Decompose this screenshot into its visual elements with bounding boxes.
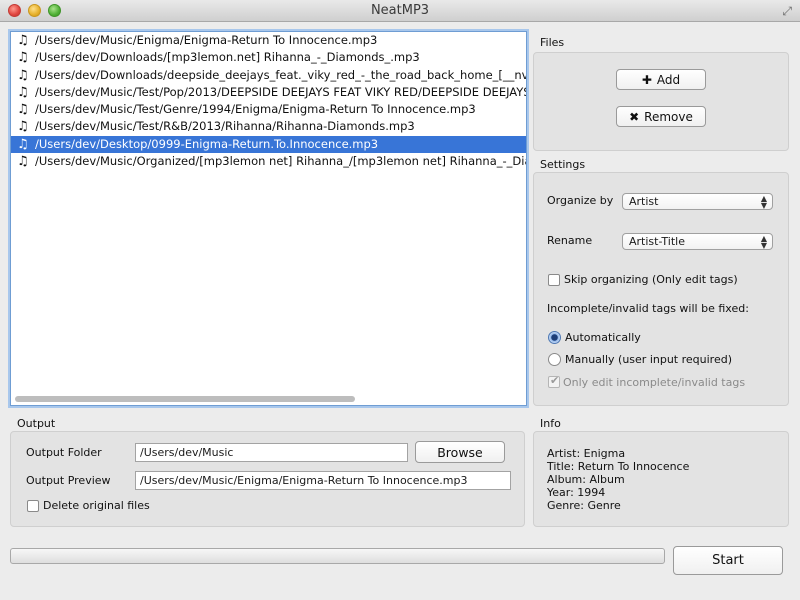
horizontal-scrollbar[interactable] [15, 396, 355, 402]
music-note-icon: ♫ [17, 136, 29, 152]
progress-bar [10, 548, 665, 564]
only-edit-tags-checkbox[interactable]: ✔ [548, 374, 560, 388]
music-note-icon: ♫ [17, 119, 29, 135]
files-section-label: Files [540, 36, 565, 49]
rename-select[interactable]: Artist-Title ▲ ▼ [622, 233, 773, 250]
file-list-item[interactable]: ♫ /Users/dev/Downloads/[mp3lemon.net] Rih… [11, 49, 526, 66]
music-note-icon: ♫ [17, 154, 29, 170]
output-group: Output Folder /Users/dev/Music Browse Ou… [10, 431, 525, 527]
remove-button-label: Remove [644, 109, 693, 124]
music-note-icon: ♫ [17, 50, 29, 66]
file-path: /Users/dev/Music/Test/R&B/2013/Rihanna/R… [35, 119, 415, 134]
info-genre: Genre: Genre [547, 499, 621, 512]
info-artist: Artist: Enigma [547, 447, 626, 460]
output-section-label: Output [17, 417, 56, 430]
files-group: ✚ Add ✖ Remove [533, 52, 789, 151]
title-bar: NeatMP3 ⤢ [0, 0, 800, 22]
file-list-item[interactable]: ♫ /Users/dev/Music/Test/Genre/1994/Enigma… [11, 101, 526, 118]
tags-fix-label: Incomplete/invalid tags will be fixed: [547, 302, 749, 315]
file-path: /Users/dev/Desktop/0999-Enigma-Return.To… [35, 136, 379, 151]
window-title: NeatMP3 [370, 3, 430, 18]
file-list-item[interactable]: ♫ /Users/dev/Music/Test/Pop/2013/DEEPSIDE… [11, 84, 526, 101]
organize-by-select[interactable]: Artist ▲ ▼ [622, 193, 773, 210]
output-preview-field: /Users/dev/Music/Enigma/Enigma-Return To… [135, 471, 511, 490]
file-list-item[interactable]: ♫ /Users/dev/Desktop/0999-Enigma-Return.T… [11, 135, 526, 154]
plus-icon: ✚ [641, 72, 652, 87]
info-year: Year: 1994 [547, 486, 606, 499]
organize-by-label: Organize by [547, 194, 614, 207]
manually-label: Manually (user input required) [565, 353, 732, 366]
start-button-label: Start [712, 553, 744, 568]
automatically-radio[interactable] [548, 331, 561, 344]
browse-button-label: Browse [437, 444, 483, 460]
delete-original-label: Delete original files [43, 499, 150, 512]
file-path: /Users/dev/Music/Organized/[mp3lemon net… [35, 154, 526, 169]
settings-group: Organize by Artist ▲ ▼ Rename Artist-Titl… [533, 172, 789, 406]
fullscreen-icon[interactable]: ⤢ [782, 4, 792, 19]
file-list[interactable]: ♫ /Users/dev/Music/Enigma/Enigma-Return T… [10, 31, 527, 406]
rename-value: Artist-Title [629, 235, 685, 248]
browse-button[interactable]: Browse [415, 441, 505, 463]
automatically-label: Automatically [565, 331, 641, 344]
info-title: Title: Return To Innocence [547, 460, 690, 473]
output-folder-field[interactable]: /Users/dev/Music [135, 443, 408, 462]
x-icon: ✖ [629, 109, 640, 124]
skip-organizing-label: Skip organizing (Only edit tags) [564, 273, 738, 286]
organize-by-value: Artist [629, 195, 659, 208]
info-album: Album: Album [547, 473, 625, 486]
file-list-item[interactable]: ♫ /Users/dev/Music/Organized/[mp3lemon ne… [11, 153, 526, 170]
music-note-icon: ♫ [17, 102, 29, 118]
music-note-icon: ♫ [17, 67, 29, 83]
music-note-icon: ♫ [17, 84, 29, 100]
file-path: /Users/dev/Downloads/[mp3lemon.net] Riha… [35, 50, 420, 65]
file-list-item[interactable]: ♫ /Users/dev/Downloads/deepside_deejays_f… [11, 67, 526, 84]
add-button[interactable]: ✚ Add [616, 69, 706, 90]
start-button[interactable]: Start [673, 546, 783, 575]
select-arrows-icon: ▲ ▼ [760, 194, 767, 210]
rename-label: Rename [547, 234, 593, 247]
file-path: /Users/dev/Music/Test/Genre/1994/Enigma/… [35, 102, 476, 117]
file-path: /Users/dev/Downloads/deepside_deejays_fe… [35, 67, 526, 82]
only-edit-tags-label: Only edit incomplete/invalid tags [563, 376, 746, 389]
output-folder-label: Output Folder [26, 446, 102, 459]
select-arrows-icon: ▲ ▼ [760, 234, 767, 250]
info-section-label: Info [540, 417, 561, 430]
skip-organizing-checkbox[interactable] [548, 274, 560, 286]
file-path: /Users/dev/Music/Enigma/Enigma-Return To… [35, 33, 378, 47]
file-rows: ♫ /Users/dev/Music/Enigma/Enigma-Return T… [11, 32, 526, 170]
add-button-label: Add [656, 72, 681, 87]
file-path: /Users/dev/Music/Test/Pop/2013/DEEPSIDE … [35, 84, 526, 99]
file-list-item[interactable]: ♫ /Users/dev/Music/Test/R&B/2013/Rihanna/… [11, 118, 526, 135]
music-note-icon: ♫ [17, 33, 29, 48]
checkmark-icon: ✔ [550, 374, 560, 387]
delete-original-checkbox[interactable] [27, 500, 39, 512]
file-list-item[interactable]: ♫ /Users/dev/Music/Enigma/Enigma-Return T… [11, 32, 526, 49]
settings-section-label: Settings [540, 158, 586, 171]
manually-radio[interactable] [548, 353, 561, 366]
output-preview-label: Output Preview [26, 474, 111, 487]
remove-button[interactable]: ✖ Remove [616, 106, 706, 127]
